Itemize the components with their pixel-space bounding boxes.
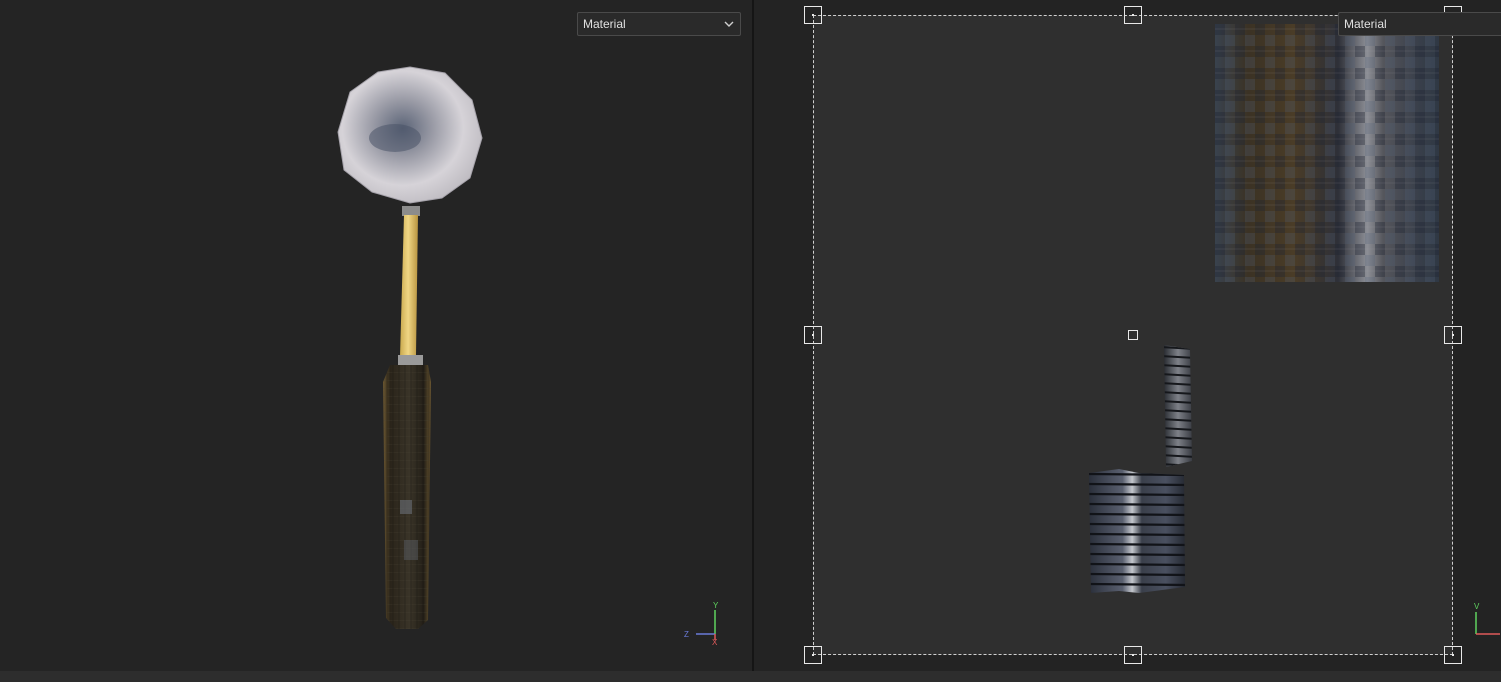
axis-y-label: Y — [713, 601, 719, 610]
axis-x-label: X — [712, 638, 718, 646]
material-dropdown-label: Material — [583, 17, 626, 31]
uv-island-head[interactable] — [1215, 24, 1439, 282]
axis-z-label: Z — [684, 630, 689, 639]
transform-handle-icon[interactable] — [804, 326, 822, 344]
transform-handle-icon[interactable] — [1124, 646, 1142, 664]
status-bar — [0, 671, 1501, 682]
material-dropdown-3d[interactable]: Material — [577, 12, 741, 36]
hammer-shaft — [400, 215, 418, 357]
axis-gizmo-icon: V — [1474, 602, 1500, 635]
transform-handle-icon[interactable] — [1444, 646, 1462, 664]
pivot-handle[interactable] — [1128, 330, 1138, 340]
uv-island-shaft[interactable] — [1160, 343, 1196, 468]
uv-viewport[interactable]: Material V — [754, 0, 1501, 671]
transform-handle-icon[interactable] — [1444, 326, 1462, 344]
3d-viewport[interactable]: Material Y Z X — [0, 0, 752, 671]
transform-handle-icon[interactable] — [1124, 6, 1142, 24]
transform-handle-icon[interactable] — [804, 646, 822, 664]
uv-island-grip[interactable] — [1089, 469, 1189, 595]
material-dropdown-uv[interactable]: Material — [1338, 12, 1501, 36]
axis-gizmo-icon: Y Z X — [684, 601, 719, 646]
material-dropdown-label: Material — [1344, 17, 1387, 31]
transform-handle-icon[interactable] — [804, 6, 822, 24]
axis-v-label: V — [1474, 602, 1480, 611]
chevron-down-icon — [724, 21, 734, 27]
hammer-model[interactable] — [330, 60, 500, 640]
